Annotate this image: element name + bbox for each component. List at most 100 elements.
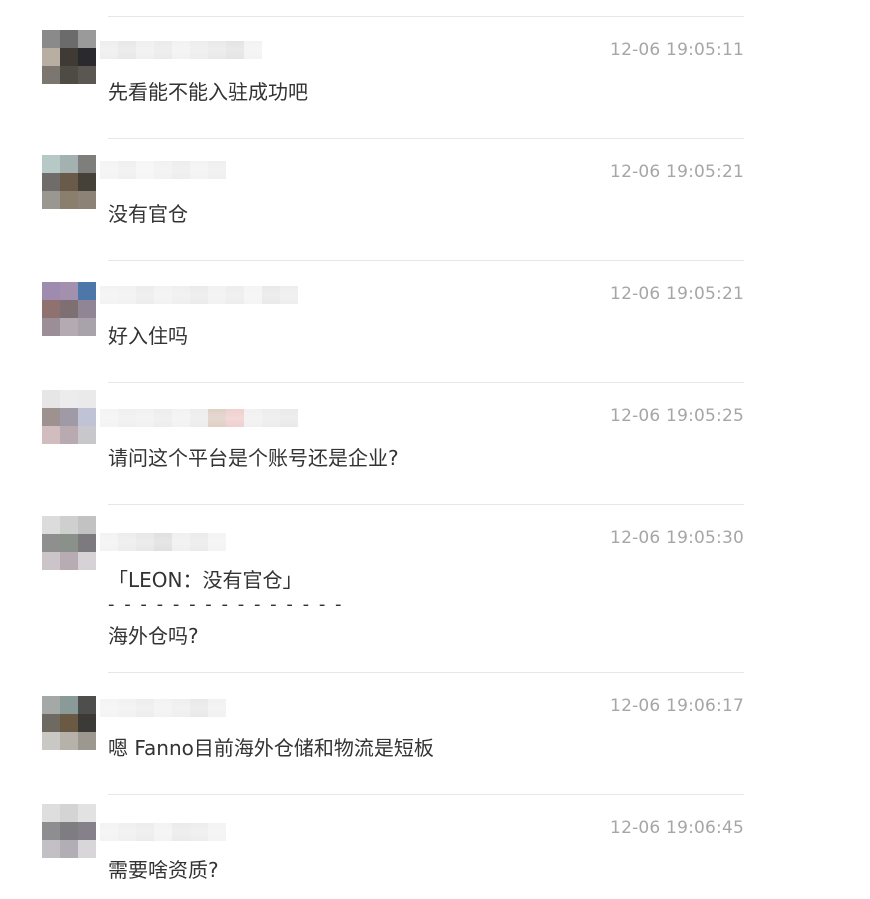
avatar-mosaic-tile bbox=[78, 48, 96, 66]
avatar-mosaic-tile bbox=[78, 516, 96, 534]
avatar-mosaic-tile bbox=[78, 696, 96, 714]
message-text: 没有官仓 bbox=[108, 202, 188, 226]
name-blur-haze bbox=[100, 150, 226, 190]
name-blur-haze bbox=[100, 275, 298, 315]
sender-name-blurred bbox=[100, 150, 226, 190]
sender-name-blurred bbox=[100, 522, 226, 562]
message-timestamp: 12-06 19:06:45 bbox=[610, 818, 744, 838]
avatar-mosaic-tile bbox=[42, 66, 60, 84]
name-blur-haze bbox=[100, 30, 262, 70]
message-divider bbox=[108, 138, 744, 139]
avatar-mosaic-tile bbox=[60, 804, 78, 822]
avatar-mosaic-tile bbox=[78, 282, 96, 300]
message-timestamp: 12-06 19:05:25 bbox=[610, 406, 744, 426]
avatar-mosaic-tile bbox=[78, 426, 96, 444]
avatar-mosaic-tile bbox=[78, 408, 96, 426]
avatar-mosaic-tile bbox=[42, 732, 60, 750]
avatar-mosaic-tile bbox=[42, 804, 60, 822]
message-text: 海外仓吗? bbox=[108, 624, 199, 648]
avatar-mosaic-tile bbox=[60, 66, 78, 84]
message-text: 好入住吗 bbox=[108, 324, 188, 348]
avatar-mosaic-tile bbox=[60, 534, 78, 552]
avatar-mosaic-tile bbox=[78, 822, 96, 840]
sender-name-blurred bbox=[100, 30, 262, 70]
avatar-mosaic-tile bbox=[42, 300, 60, 318]
message-divider bbox=[108, 672, 744, 673]
message-text: 先看能不能入驻成功吧 bbox=[108, 80, 308, 104]
avatar[interactable] bbox=[42, 516, 96, 570]
avatar-mosaic-tile bbox=[60, 822, 78, 840]
avatar-mosaic-tile bbox=[42, 840, 60, 858]
avatar-mosaic-tile bbox=[78, 318, 96, 336]
quoted-message: 「LEON：没有官仓」 bbox=[108, 568, 303, 592]
avatar-mosaic-tile bbox=[42, 48, 60, 66]
avatar-mosaic-tile bbox=[60, 191, 78, 209]
name-blur-haze bbox=[100, 812, 226, 852]
avatar-mosaic-tile bbox=[78, 155, 96, 173]
avatar-mosaic-tile bbox=[60, 300, 78, 318]
avatar-mosaic-tile bbox=[42, 822, 60, 840]
message-timestamp: 12-06 19:05:30 bbox=[610, 528, 744, 548]
avatar-mosaic-tile bbox=[78, 534, 96, 552]
avatar-mosaic-tile bbox=[60, 155, 78, 173]
avatar-mosaic-tile bbox=[78, 390, 96, 408]
avatar[interactable] bbox=[42, 804, 96, 858]
name-blur-haze bbox=[100, 398, 298, 438]
message-timestamp: 12-06 19:05:21 bbox=[610, 162, 744, 182]
avatar[interactable] bbox=[42, 696, 96, 750]
avatar-mosaic-tile bbox=[42, 30, 60, 48]
avatar-mosaic-tile bbox=[42, 390, 60, 408]
avatar-mosaic-tile bbox=[60, 390, 78, 408]
avatar[interactable] bbox=[42, 390, 96, 444]
avatar-mosaic-tile bbox=[60, 408, 78, 426]
avatar-mosaic-tile bbox=[60, 173, 78, 191]
avatar-mosaic-tile bbox=[60, 552, 78, 570]
sender-name-blurred bbox=[100, 275, 298, 315]
avatar-mosaic-tile bbox=[78, 840, 96, 858]
avatar-mosaic-tile bbox=[78, 173, 96, 191]
sender-name-blurred bbox=[100, 812, 226, 852]
sender-name-blurred bbox=[100, 398, 298, 438]
avatar-mosaic-tile bbox=[78, 804, 96, 822]
message-divider bbox=[108, 16, 744, 17]
avatar-mosaic-tile bbox=[78, 732, 96, 750]
avatar-mosaic-tile bbox=[60, 318, 78, 336]
avatar-mosaic-tile bbox=[42, 552, 60, 570]
avatar-mosaic-tile bbox=[42, 191, 60, 209]
message-text: 需要啥资质? bbox=[108, 858, 219, 882]
message-timestamp: 12-06 19:05:11 bbox=[610, 40, 744, 60]
avatar-mosaic-tile bbox=[60, 696, 78, 714]
avatar-mosaic-tile bbox=[42, 282, 60, 300]
avatar-mosaic-tile bbox=[78, 191, 96, 209]
avatar-mosaic-tile bbox=[42, 426, 60, 444]
message-divider bbox=[108, 382, 744, 383]
avatar-mosaic-tile bbox=[60, 840, 78, 858]
avatar-mosaic-tile bbox=[60, 732, 78, 750]
message-text: 嗯 Fanno目前海外仓储和物流是短板 bbox=[108, 736, 434, 760]
avatar[interactable] bbox=[42, 30, 96, 84]
avatar[interactable] bbox=[42, 155, 96, 209]
avatar-mosaic-tile bbox=[42, 534, 60, 552]
message-text: 请问这个平台是个账号还是企业? bbox=[108, 446, 399, 470]
avatar-mosaic-tile bbox=[78, 714, 96, 732]
chat-message-list: 12-06 19:05:11 先看能不能入驻成功吧 12-06 19:05:21… bbox=[0, 0, 870, 899]
message-timestamp: 12-06 19:05:21 bbox=[610, 284, 744, 304]
avatar-mosaic-tile bbox=[60, 516, 78, 534]
message-divider bbox=[108, 794, 744, 795]
avatar-mosaic-tile bbox=[78, 300, 96, 318]
quote-separator: - - - - - - - - - - - - - - - bbox=[108, 594, 344, 615]
avatar-mosaic-tile bbox=[42, 173, 60, 191]
message-divider bbox=[108, 504, 744, 505]
name-blur-haze bbox=[100, 688, 226, 728]
avatar-mosaic-tile bbox=[78, 30, 96, 48]
avatar-mosaic-tile bbox=[42, 696, 60, 714]
avatar-mosaic-tile bbox=[42, 714, 60, 732]
avatar-mosaic-tile bbox=[42, 408, 60, 426]
avatar-mosaic-tile bbox=[60, 426, 78, 444]
avatar-mosaic-tile bbox=[60, 282, 78, 300]
avatar-mosaic-tile bbox=[42, 318, 60, 336]
avatar[interactable] bbox=[42, 282, 96, 336]
avatar-mosaic-tile bbox=[42, 516, 60, 534]
avatar-mosaic-tile bbox=[60, 48, 78, 66]
avatar-mosaic-tile bbox=[42, 155, 60, 173]
